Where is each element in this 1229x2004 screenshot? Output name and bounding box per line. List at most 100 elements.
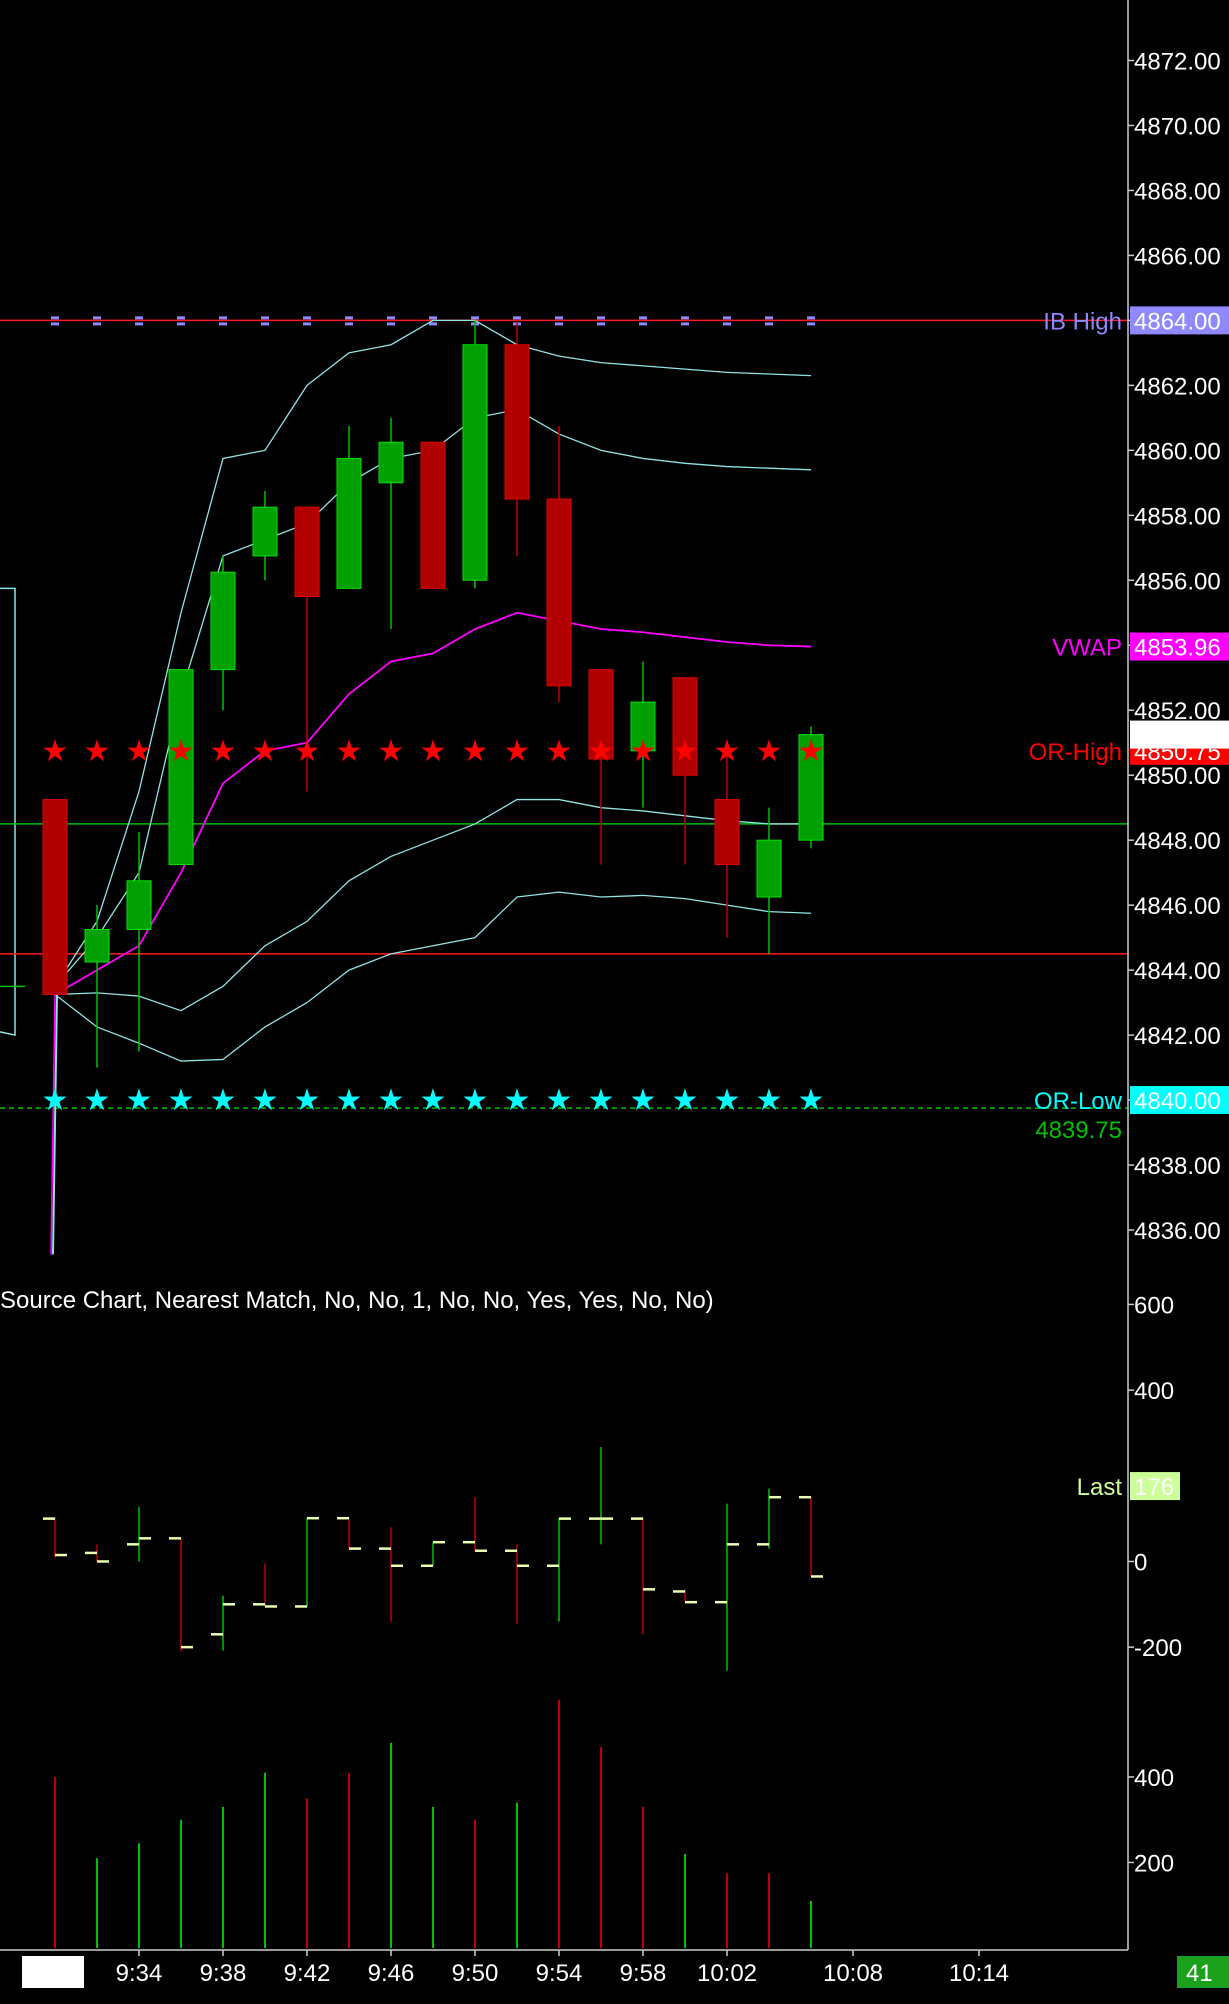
left-band-line: [0, 587, 16, 1037]
ib-high-marker: [387, 316, 395, 320]
time-tick-label: 9:50: [452, 1960, 499, 1987]
candle-body: [336, 457, 362, 589]
ib-high-marker: [51, 316, 59, 320]
candle-body: [714, 799, 740, 866]
ib-high-marker: [639, 316, 647, 320]
time-tick-label: 10:14: [949, 1960, 1009, 1987]
candle-body: [462, 344, 488, 581]
ib-high-marker: [555, 316, 563, 320]
or-high-star: ★: [714, 734, 741, 769]
ib-high-marker: [681, 316, 689, 320]
or-high-star: ★: [294, 734, 321, 769]
or-low-star: ★: [420, 1083, 447, 1118]
ib-high-marker: [681, 322, 689, 326]
study-header-label: Source Chart, Nearest Match, No, No, 1, …: [0, 1287, 714, 1314]
trading-chart[interactable]: ★ ★ ★ ★ ★ ★ ★ ★ ★ ★ ★ ★ ★ ★ ★ ★ ★ ★ ★ ★ ★ ★ ★ ★ ★ ★ ★ ★ ★ ★ ★ ★ ★ ★ ★ ★ ★ ★ IB…: [0, 0, 1229, 2004]
corner-label: 41: [1186, 1960, 1213, 1987]
price-panel: ★ ★ ★ ★ ★ ★ ★ ★ ★ ★ ★ ★ ★ ★ ★ ★ ★ ★ ★ ★ ★ ★ ★ ★ ★ ★ ★ ★ ★ ★ ★ ★ ★ ★ ★ ★ ★ ★ IB…: [0, 308, 1128, 1255]
or-low-label: OR-Low: [1034, 1088, 1123, 1115]
price-tick-label: 4856.00: [1134, 568, 1221, 595]
or-high-star: ★: [756, 734, 783, 769]
price-tick-label: 4862.00: [1134, 373, 1221, 400]
ib-high-marker: [765, 316, 773, 320]
or-low-star: ★: [252, 1083, 279, 1118]
ib-high-marker: [51, 322, 59, 326]
ib-high-marker: [597, 322, 605, 326]
or-high-label: OR-High: [1029, 739, 1122, 766]
price-tick-label: 4860.00: [1134, 438, 1221, 465]
or-low-star: ★: [336, 1083, 363, 1118]
delta-tick-label: 400: [1134, 1378, 1174, 1405]
price-tick-label: 4844.00: [1134, 958, 1221, 985]
or-low-star: ★: [126, 1083, 153, 1118]
candle-body: [84, 929, 110, 963]
or-low-star: ★: [756, 1083, 783, 1118]
candle-body: [756, 839, 782, 898]
price-tick-label: 4848.00: [1134, 828, 1221, 855]
delta-tick-label: 600: [1134, 1292, 1174, 1319]
vwap-label: VWAP: [1052, 635, 1122, 662]
time-tick-label: 9:54: [536, 1960, 583, 1987]
ib-high-marker: [345, 316, 353, 320]
ib-high-marker: [177, 316, 185, 320]
ib-high-marker: [219, 316, 227, 320]
ib-high-marker: [555, 322, 563, 326]
price-tick-label: 4870.00: [1134, 113, 1221, 140]
or-high-star: ★: [588, 734, 615, 769]
price-tick-label: 4858.00: [1134, 503, 1221, 530]
ib-high-marker: [807, 322, 815, 326]
or-low-star: ★: [714, 1083, 741, 1118]
ib-high-value: 4864.00: [1134, 308, 1221, 335]
candle-body: [294, 506, 320, 598]
ib-high-marker: [429, 322, 437, 326]
price-tick-label: 4846.00: [1134, 893, 1221, 920]
ib-high-marker: [303, 316, 311, 320]
delta-last-label: Last: [1077, 1474, 1123, 1501]
or-low-star: ★: [546, 1083, 573, 1118]
price-tick-label: 4836.00: [1134, 1218, 1221, 1245]
vwap-value: 4853.96: [1134, 635, 1221, 662]
price-tick-label: 4850.00: [1134, 763, 1221, 790]
time-tick-label: 9:42: [284, 1960, 331, 1987]
candle-body: [126, 880, 152, 931]
ib-high-marker: [261, 322, 269, 326]
delta-tick-label: 0: [1134, 1549, 1147, 1576]
ib-high-marker: [177, 322, 185, 326]
ib-high-marker: [597, 316, 605, 320]
ib-high-label: IB High: [1043, 308, 1122, 335]
delta-panel: Source Chart, Nearest Match, No, No, 1, …: [0, 1287, 1122, 1671]
time-tick-label: 10:08: [823, 1960, 883, 1987]
or-high-star: ★: [126, 734, 153, 769]
time-tick-label: 9:58: [620, 1960, 667, 1987]
candle-body: [378, 441, 404, 484]
ib-high-marker: [93, 316, 101, 320]
or-high-star: ★: [42, 734, 69, 769]
candle-body: [210, 571, 236, 671]
or-low-value: 4840.00: [1134, 1088, 1221, 1115]
or-low-star: ★: [378, 1083, 405, 1118]
or-high-star: ★: [672, 734, 699, 769]
price-tick-label: 4842.00: [1134, 1023, 1221, 1050]
or-low-star: ★: [168, 1083, 195, 1118]
delta-tick-label: -200: [1134, 1635, 1182, 1662]
candle-body: [42, 799, 68, 995]
ib-high-marker: [387, 322, 395, 326]
volume-panel: [54, 1700, 812, 1948]
ib-high-marker: [471, 316, 479, 320]
price-tick-label: 4838.00: [1134, 1153, 1221, 1180]
or-high-star: ★: [420, 734, 447, 769]
price-tick-label: 4868.00: [1134, 178, 1221, 205]
or-high-star: ★: [630, 734, 657, 769]
candle-body: [420, 441, 446, 589]
time-tick-label: 10:02: [697, 1960, 757, 1987]
or-high-star: ★: [336, 734, 363, 769]
ib-high-marker: [135, 322, 143, 326]
ib-high-marker: [135, 316, 143, 320]
or-low-star: ★: [294, 1083, 321, 1118]
or-high-star: ★: [210, 734, 237, 769]
ib-high-marker: [93, 322, 101, 326]
or-low-star: ★: [630, 1083, 657, 1118]
vwap-line: [54, 611, 812, 996]
candle-body: [504, 344, 530, 500]
ib-high-marker: [807, 316, 815, 320]
